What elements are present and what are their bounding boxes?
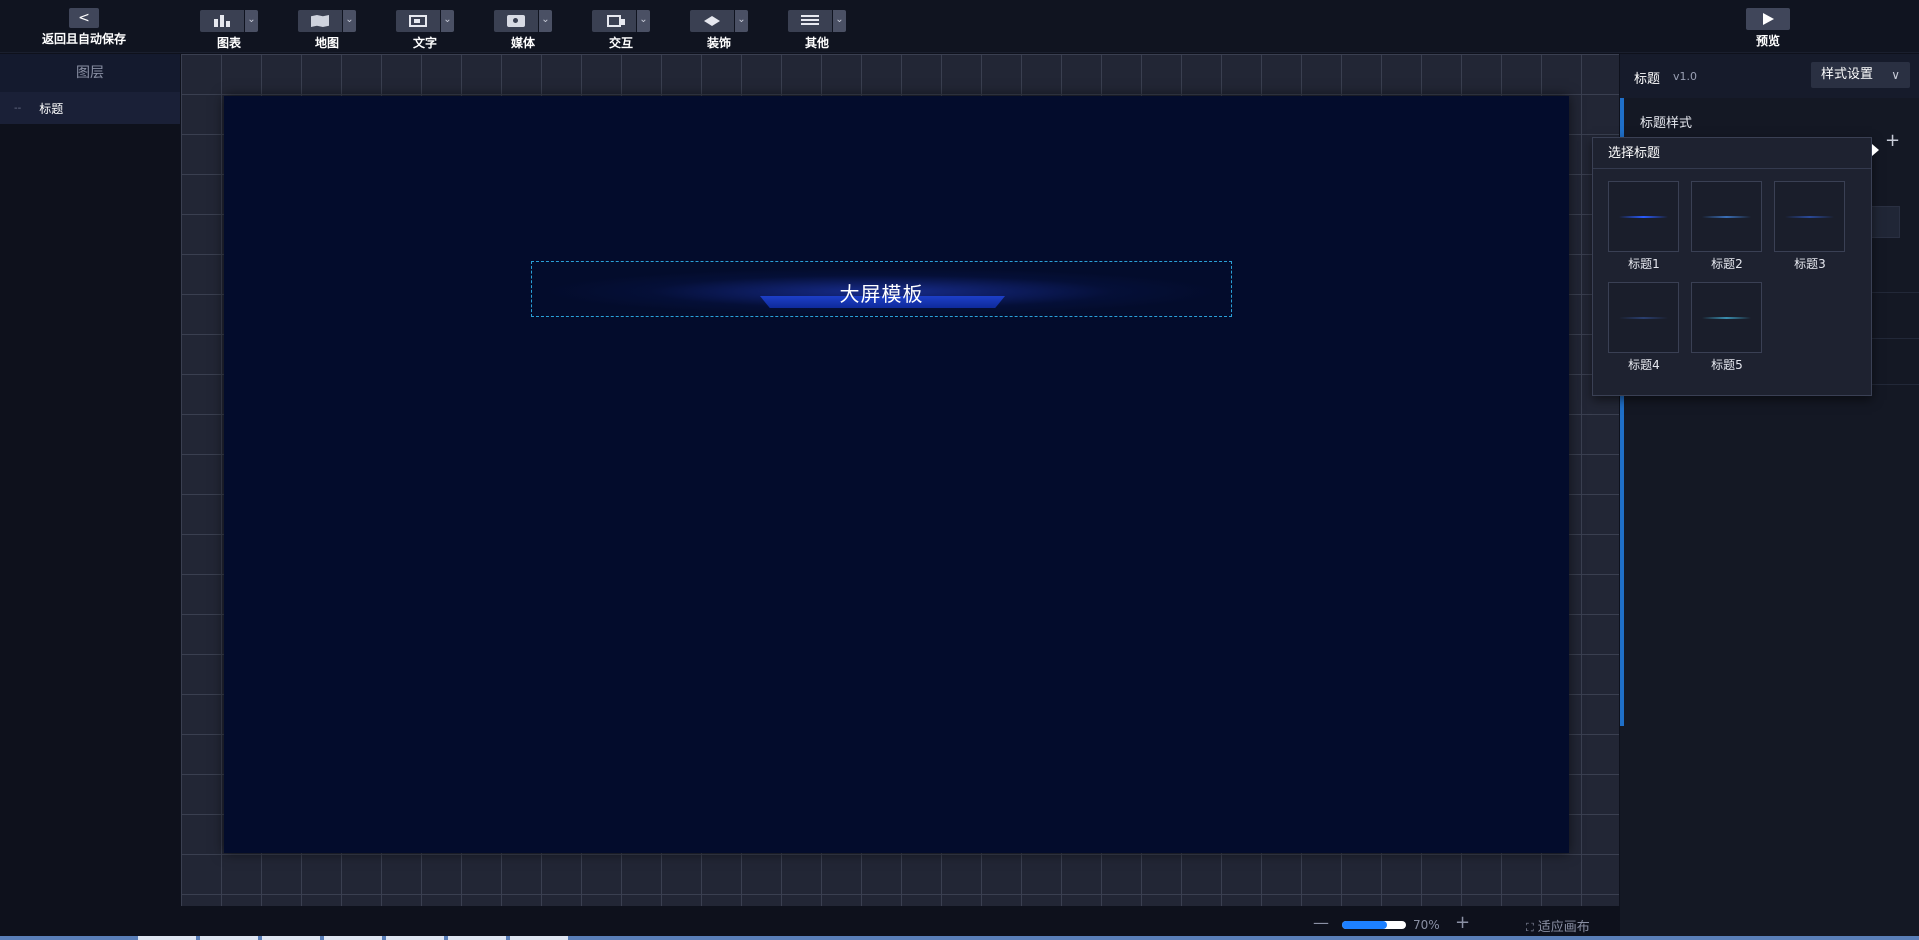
taskbar-item[interactable] bbox=[324, 936, 382, 940]
interaction-icon bbox=[607, 15, 625, 27]
decoration-icon bbox=[704, 16, 720, 26]
layer-panel-title: 图层 bbox=[0, 54, 180, 92]
title-option-thumbnail bbox=[1691, 282, 1762, 353]
chevron-left-icon: < bbox=[69, 8, 99, 28]
title-style-dropdown-heading: 选择标题 bbox=[1593, 138, 1871, 169]
tool-map: ⌄ 地图 bbox=[298, 10, 356, 50]
title-option-preview-line bbox=[1619, 216, 1668, 218]
preview-button[interactable]: 预览 bbox=[1746, 8, 1790, 48]
back-and-save-label: 返回且自动保存 bbox=[41, 32, 126, 46]
tool-chart-button[interactable] bbox=[200, 10, 244, 32]
tool-text-dropdown[interactable]: ⌄ bbox=[441, 10, 454, 32]
tool-text-button[interactable] bbox=[396, 10, 440, 32]
back-and-save-button[interactable]: < 返回且自动保存 bbox=[28, 6, 140, 46]
tool-map-dropdown[interactable]: ⌄ bbox=[343, 10, 356, 32]
media-icon bbox=[507, 15, 525, 27]
layer-item-label: 标题 bbox=[39, 101, 64, 116]
layer-panel: 图层 -- 标题 bbox=[0, 54, 180, 940]
title-option-thumbnail bbox=[1608, 282, 1679, 353]
title-component[interactable]: 大屏模板 bbox=[531, 261, 1232, 317]
title-option-label: 标题3 bbox=[1794, 257, 1826, 271]
tool-other: ⌄ 其他 bbox=[788, 10, 846, 50]
title-option-preview-line bbox=[1619, 317, 1668, 319]
tool-decoration: ⌄ 装饰 bbox=[690, 10, 748, 50]
add-style-button[interactable]: + bbox=[1885, 130, 1900, 151]
tool-chart-label: 图表 bbox=[216, 36, 241, 50]
taskbar-item[interactable] bbox=[138, 936, 196, 940]
title-option-preview-line bbox=[1702, 216, 1751, 218]
tool-map-label: 地图 bbox=[314, 36, 339, 50]
title-option-label: 标题1 bbox=[1628, 257, 1660, 271]
title-option-label: 标题4 bbox=[1628, 358, 1660, 372]
taskbar-item[interactable] bbox=[386, 936, 444, 940]
map-icon bbox=[311, 15, 329, 27]
tool-interaction: ⌄ 交互 bbox=[592, 10, 650, 50]
tool-media-label: 媒体 bbox=[510, 36, 535, 50]
tool-map-button[interactable] bbox=[298, 10, 342, 32]
zoom-in-button[interactable]: + bbox=[1455, 912, 1470, 933]
os-taskbar bbox=[0, 936, 1919, 940]
canvas-workspace[interactable]: 大屏模板 bbox=[181, 54, 1619, 906]
title-option-1[interactable]: 标题1 bbox=[1608, 181, 1680, 272]
title-option-preview-line bbox=[1702, 317, 1751, 319]
tool-chart: ⌄ 图表 bbox=[200, 10, 258, 50]
tool-chart-dropdown[interactable]: ⌄ bbox=[245, 10, 258, 32]
fit-canvas-button[interactable]: ⛶ 适应画布 bbox=[1526, 916, 1590, 935]
tool-interaction-label: 交互 bbox=[608, 36, 633, 50]
tool-other-label: 其他 bbox=[804, 36, 829, 50]
tool-decoration-button[interactable] bbox=[690, 10, 734, 32]
screen-board[interactable]: 大屏模板 bbox=[224, 96, 1569, 853]
title-option-thumbnail bbox=[1608, 181, 1679, 252]
layer-item-title[interactable]: -- 标题 bbox=[0, 92, 180, 124]
title-component-text: 大屏模板 bbox=[839, 282, 924, 306]
tool-media-dropdown[interactable]: ⌄ bbox=[539, 10, 552, 32]
tool-media: ⌄ 媒体 bbox=[494, 10, 552, 50]
more-list-icon bbox=[801, 15, 819, 27]
style-settings-select[interactable]: 样式设置 ∨ bbox=[1811, 62, 1910, 88]
title-style-label: 标题样式 bbox=[1640, 116, 1693, 131]
fit-canvas-label: 适应画布 bbox=[1537, 920, 1590, 935]
taskbar-item[interactable] bbox=[510, 936, 568, 940]
property-panel-header: 标题 v1.0 样式设置 ∨ bbox=[1620, 54, 1919, 98]
tool-text-label: 文字 bbox=[412, 36, 437, 50]
title-option-label: 标题2 bbox=[1711, 257, 1743, 271]
component-version: v1.0 bbox=[1673, 70, 1698, 83]
tool-other-dropdown[interactable]: ⌄ bbox=[833, 10, 846, 32]
taskbar-item[interactable] bbox=[200, 936, 258, 940]
title-option-4[interactable]: 标题4 bbox=[1608, 282, 1680, 373]
tool-decoration-dropdown[interactable]: ⌄ bbox=[735, 10, 748, 32]
tool-media-button[interactable] bbox=[494, 10, 538, 32]
title-style-dropdown: 选择标题 标题1 标题2 标题3 标题4 标题5 bbox=[1592, 137, 1879, 396]
title-option-thumbnail bbox=[1774, 181, 1845, 252]
title-option-2[interactable]: 标题2 bbox=[1691, 181, 1763, 272]
chevron-down-icon: ∨ bbox=[1891, 68, 1900, 82]
tool-decoration-label: 装饰 bbox=[706, 36, 731, 50]
zoom-slider[interactable] bbox=[1342, 921, 1406, 929]
title-option-3[interactable]: 标题3 bbox=[1774, 181, 1846, 272]
taskbar-item[interactable] bbox=[448, 936, 506, 940]
tool-text: ⌄ 文字 bbox=[396, 10, 454, 50]
zoom-out-button[interactable]: — bbox=[1313, 913, 1329, 932]
taskbar-item[interactable] bbox=[262, 936, 320, 940]
top-toolbar: < 返回且自动保存 ⌄ 图表 ⌄ 地图 ⌄ 文字 ⌄ 媒体 ⌄ 交互 ⌄ 装饰 … bbox=[0, 0, 1919, 53]
tool-other-button[interactable] bbox=[788, 10, 832, 32]
layer-item-marker: -- bbox=[14, 102, 22, 114]
component-name: 标题 bbox=[1634, 72, 1661, 87]
style-settings-label: 样式设置 bbox=[1821, 67, 1874, 82]
text-icon bbox=[409, 15, 427, 27]
tool-interaction-button[interactable] bbox=[592, 10, 636, 32]
title-option-5[interactable]: 标题5 bbox=[1691, 282, 1763, 373]
title-option-thumbnail bbox=[1691, 181, 1762, 252]
tool-interaction-dropdown[interactable]: ⌄ bbox=[637, 10, 650, 32]
title-option-label: 标题5 bbox=[1711, 358, 1743, 372]
bar-chart-icon bbox=[213, 15, 231, 27]
fit-screen-icon: ⛶ bbox=[1526, 921, 1534, 934]
zoom-value: 70% bbox=[1413, 918, 1440, 932]
title-option-preview-line bbox=[1785, 216, 1834, 218]
preview-label: 预览 bbox=[1755, 34, 1780, 48]
zoom-slider-fill bbox=[1342, 921, 1387, 929]
play-icon bbox=[1746, 8, 1790, 30]
